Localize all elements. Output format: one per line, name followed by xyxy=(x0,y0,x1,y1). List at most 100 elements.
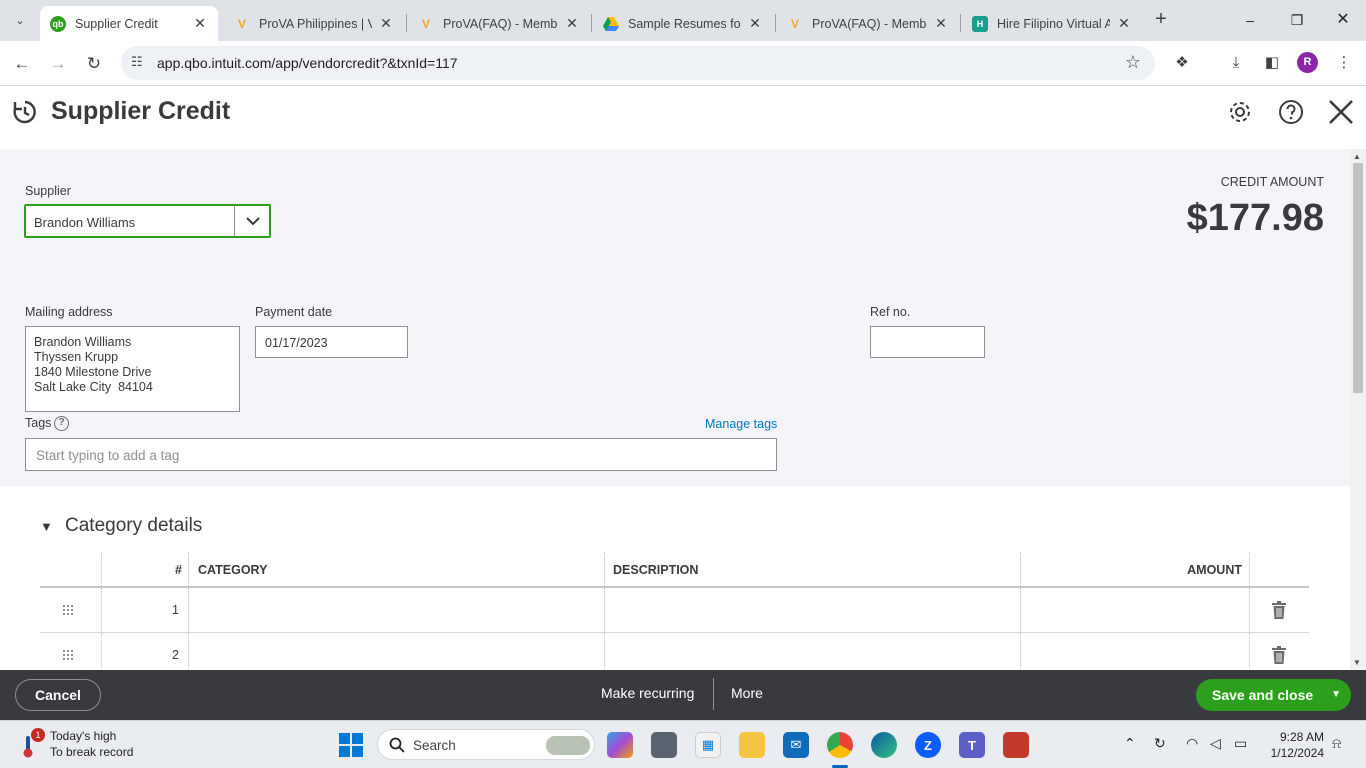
quickbooks-icon: qb xyxy=(50,15,66,32)
tab-separator xyxy=(406,14,407,32)
close-tab-icon[interactable]: ✕ xyxy=(564,15,580,32)
file-explorer-icon[interactable] xyxy=(739,732,765,758)
help-icon[interactable] xyxy=(1278,99,1304,125)
tags-help-icon[interactable]: ? xyxy=(54,416,69,431)
chrome-icon[interactable] xyxy=(827,732,853,758)
browser-toolbar: ← → ↻ ☷ app.qbo.intuit.com/app/vendorcre… xyxy=(0,41,1366,86)
gear-icon[interactable] xyxy=(1227,99,1253,125)
prova-icon: V xyxy=(237,16,246,31)
show-hidden-icons-chevron-icon[interactable]: ⌃ xyxy=(1124,735,1136,752)
back-icon[interactable]: ← xyxy=(8,50,36,78)
payment-date-field[interactable]: 01/17/2023 xyxy=(255,326,408,358)
copilot-icon[interactable] xyxy=(607,732,633,758)
save-and-close-button[interactable]: Save and close ▼ xyxy=(1196,679,1351,711)
trash-icon[interactable] xyxy=(1272,646,1286,664)
minimize-icon[interactable]: – xyxy=(1238,8,1262,32)
zoom-icon[interactable]: Z xyxy=(915,732,941,758)
browser-menu-icon[interactable]: ⋮ xyxy=(1333,52,1355,74)
drag-handle-icon[interactable] xyxy=(62,649,74,661)
snipping-tool-icon[interactable] xyxy=(1003,732,1029,758)
category-details-title[interactable]: Category details xyxy=(65,515,202,537)
tags-input[interactable]: Start typing to add a tag xyxy=(25,438,777,471)
recent-transactions-icon[interactable] xyxy=(12,99,38,125)
weather-widget[interactable]: 1 Today's high To break record xyxy=(18,728,168,762)
notification-bell-icon[interactable]: ⍾ xyxy=(1332,735,1341,752)
tab-prova-faq-1[interactable]: V ProVA(FAQ) - Membe ✕ xyxy=(408,6,590,41)
supplier-label: Supplier xyxy=(25,184,71,198)
make-recurring-button[interactable]: Make recurring xyxy=(601,685,694,701)
sync-icon[interactable]: ↻ xyxy=(1154,735,1166,752)
windows-start-icon[interactable] xyxy=(339,733,363,757)
category-cell[interactable] xyxy=(189,633,603,670)
more-button[interactable]: More xyxy=(731,685,763,701)
system-clock[interactable]: 9:28 AM 1/12/2024 xyxy=(1264,729,1324,761)
address-bar[interactable]: ☷ app.qbo.intuit.com/app/vendorcredit?&t… xyxy=(121,46,1155,80)
scrollbar-thumb[interactable] xyxy=(1353,163,1363,393)
mail-icon[interactable]: ✉ xyxy=(783,732,809,758)
chevron-down-icon[interactable] xyxy=(234,205,270,237)
edge-icon[interactable] xyxy=(871,732,897,758)
window-close-icon[interactable]: ✕ xyxy=(1331,8,1355,32)
scroll-down-icon[interactable]: ▼ xyxy=(1353,658,1361,667)
profile-avatar[interactable]: R xyxy=(1297,52,1318,73)
tab-title: ProVA(FAQ) - Membe xyxy=(443,16,558,31)
description-cell[interactable] xyxy=(605,633,1019,670)
tab-supplier-credit[interactable]: qb Supplier Credit ✕ xyxy=(40,6,218,41)
trash-icon[interactable] xyxy=(1272,601,1286,619)
payment-date-label: Payment date xyxy=(255,305,333,319)
amount-cell[interactable] xyxy=(1021,633,1248,670)
tab-title: ProVA(FAQ) - Membe xyxy=(812,16,927,31)
volume-icon[interactable]: ◁ xyxy=(1210,735,1221,752)
wifi-icon[interactable]: ◠ xyxy=(1186,735,1198,752)
battery-icon[interactable]: ▭ xyxy=(1234,735,1247,752)
site-settings-icon[interactable]: ☷ xyxy=(131,54,143,70)
cancel-button[interactable]: Cancel xyxy=(15,679,101,711)
description-cell[interactable] xyxy=(605,588,1019,632)
prova-icon: V xyxy=(421,16,430,31)
forward-icon[interactable]: → xyxy=(44,50,72,78)
search-label: Search xyxy=(413,738,456,753)
ref-no-field[interactable] xyxy=(870,326,985,358)
save-options-caret-icon[interactable]: ▼ xyxy=(1331,689,1341,700)
collapse-caret-icon[interactable]: ▼ xyxy=(40,519,53,534)
maximize-icon[interactable]: ❐ xyxy=(1285,8,1309,32)
tab-prova-faq-2[interactable]: V ProVA(FAQ) - Membe ✕ xyxy=(777,6,959,41)
supplier-select[interactable]: Brandon Williams xyxy=(24,204,271,238)
reload-icon[interactable]: ↻ xyxy=(80,50,108,78)
page-title: Supplier Credit xyxy=(51,97,231,125)
bookmark-star-icon[interactable]: ☆ xyxy=(1125,52,1141,73)
download-icon[interactable]: ⤓ xyxy=(1225,52,1247,74)
save-and-close-label[interactable]: Save and close xyxy=(1212,687,1313,703)
table-row[interactable]: 1 xyxy=(40,588,1309,633)
tab-sample-resumes[interactable]: Sample Resumes for ✕ xyxy=(593,6,773,41)
taskbar-search[interactable]: Search xyxy=(377,729,595,760)
column-divider xyxy=(1249,552,1250,586)
column-header-num: # xyxy=(175,563,182,577)
side-panel-icon[interactable]: ◧ xyxy=(1261,52,1283,74)
tab-hire-filipino[interactable]: H Hire Filipino Virtual A ✕ xyxy=(962,6,1142,41)
page-scrollbar[interactable]: ▲ ▼ xyxy=(1350,149,1366,670)
category-cell[interactable] xyxy=(189,588,603,632)
extensions-icon[interactable]: ❖ xyxy=(1171,52,1193,74)
microsoft-store-icon[interactable]: ▦ xyxy=(695,732,721,758)
close-icon[interactable] xyxy=(1328,99,1354,125)
supplier-value[interactable]: Brandon Williams xyxy=(34,215,135,230)
task-view-icon[interactable] xyxy=(651,732,677,758)
manage-tags-link[interactable]: Manage tags xyxy=(705,417,777,431)
close-tab-icon[interactable]: ✕ xyxy=(747,15,763,32)
table-row[interactable]: 2 xyxy=(40,633,1309,670)
close-tab-icon[interactable]: ✕ xyxy=(378,15,394,32)
close-tab-icon[interactable]: ✕ xyxy=(933,15,949,32)
table-header-row: # CATEGORY DESCRIPTION AMOUNT xyxy=(40,552,1309,588)
tab-search-chevron-icon[interactable]: ⌄ xyxy=(8,8,32,32)
drag-handle-icon[interactable] xyxy=(62,604,74,616)
teams-icon[interactable]: T xyxy=(959,732,985,758)
mailing-address-field[interactable]: Brandon Williams Thyssen Krupp 1840 Mile… xyxy=(25,326,240,412)
tab-prova-philippines[interactable]: V ProVA Philippines | Vi ✕ xyxy=(224,6,404,41)
url-text[interactable]: app.qbo.intuit.com/app/vendorcredit?&txn… xyxy=(157,55,458,71)
close-tab-icon[interactable]: ✕ xyxy=(192,15,208,32)
close-tab-icon[interactable]: ✕ xyxy=(1116,15,1132,32)
scroll-up-icon[interactable]: ▲ xyxy=(1353,152,1361,161)
amount-cell[interactable] xyxy=(1021,588,1248,632)
new-tab-icon[interactable]: + xyxy=(1149,8,1173,32)
